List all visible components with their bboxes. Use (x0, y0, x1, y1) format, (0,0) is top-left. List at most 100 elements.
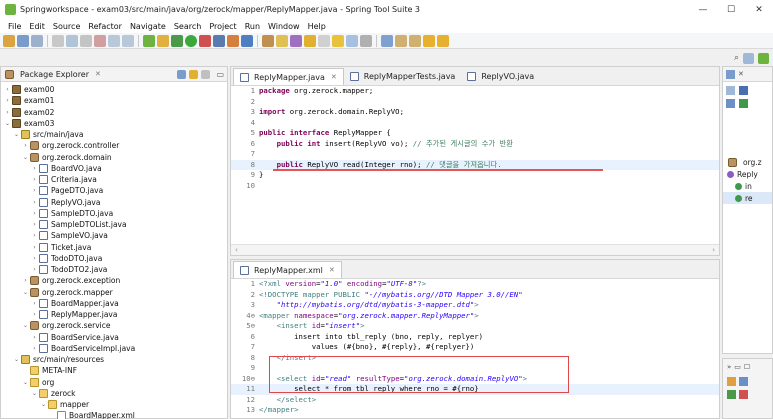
tree-item[interactable]: › BoardVO.java (1, 163, 227, 174)
collapsed-icon[interactable]: › (31, 232, 38, 239)
link-with-editor-icon[interactable] (189, 69, 199, 79)
menu-edit[interactable]: Edit (25, 22, 49, 31)
save-icon[interactable] (17, 34, 29, 47)
pilcrow-icon[interactable] (360, 34, 372, 47)
collapsed-icon[interactable]: › (4, 97, 11, 104)
collapsed-icon[interactable]: › (31, 345, 38, 352)
show-whitespace-icon[interactable] (346, 34, 358, 47)
new-java-project-icon[interactable] (213, 34, 225, 47)
editor-tab[interactable]: ReplyMapperTests.java (344, 68, 462, 85)
code-line[interactable]: 7 values (#{bno}, #{reply}, #{replyer}) (231, 342, 719, 353)
tree-item[interactable]: ⌄ mapper (1, 399, 227, 410)
tree-item[interactable]: › SampleDTOList.java (1, 219, 227, 230)
collapsed-icon[interactable]: › (31, 221, 38, 228)
collapsed-icon[interactable]: › (4, 86, 11, 93)
collapsed-icon[interactable]: › (31, 176, 38, 183)
tree-item[interactable]: › Criteria.java (1, 174, 227, 185)
xml-code-area[interactable]: 1 <?xml version = "1.0" encoding = "UTF-8" ?> 2… (231, 279, 719, 416)
expanded-icon[interactable]: ⌄ (13, 356, 20, 363)
open-task-icon[interactable] (276, 34, 288, 47)
back-icon[interactable] (423, 34, 435, 47)
hide-nonpublic-icon[interactable] (739, 99, 748, 108)
code-line[interactable]: 2 (231, 97, 719, 108)
search-icon[interactable] (290, 34, 302, 47)
tree-item[interactable]: ⌄ exam03 (1, 118, 227, 129)
tree-item[interactable]: › exam01 (1, 95, 227, 106)
outline-item[interactable]: in (723, 180, 772, 192)
code-line[interactable]: 6 insert into tbl_reply (bno, reply, rep… (231, 332, 719, 343)
forward-icon[interactable] (437, 34, 449, 47)
code-line[interactable]: 5⊖ <insert id = "insert" > (231, 321, 719, 332)
menu-navigate[interactable]: Navigate (126, 22, 170, 31)
tree-item[interactable]: › org.zerock.controller (1, 140, 227, 151)
expanded-icon[interactable]: ⌄ (40, 401, 47, 408)
java-perspective-icon[interactable] (743, 52, 754, 64)
close-icon[interactable]: ✕ (738, 70, 744, 78)
expanded-icon[interactable]: ⌄ (22, 289, 29, 296)
new-icon[interactable] (3, 34, 15, 47)
terminate-icon[interactable] (94, 34, 106, 47)
tree-item[interactable]: ⌄ org (1, 377, 227, 388)
menu-run[interactable]: Run (241, 22, 264, 31)
collapsed-icon[interactable]: › (22, 142, 29, 149)
tree-item[interactable]: ⌄ zerock (1, 388, 227, 399)
tree-item[interactable]: › exam00 (1, 84, 227, 95)
collapsed-icon[interactable]: › (31, 210, 38, 217)
tree-item[interactable]: META-INF (1, 365, 227, 376)
tree-item[interactable]: › exam02 (1, 107, 227, 118)
open-type-icon[interactable] (262, 34, 274, 47)
editor-tab[interactable]: ReplyMapper.xml ✕ (233, 261, 342, 278)
horizontal-scrollbar[interactable]: ‹ › (231, 244, 719, 255)
expanded-icon[interactable]: ⌄ (22, 322, 29, 329)
toggle-mark-icon[interactable] (304, 34, 316, 47)
scroll-right-icon[interactable]: › (712, 246, 715, 254)
new-class-icon[interactable] (241, 34, 253, 47)
sort-icon[interactable] (726, 86, 735, 95)
close-icon[interactable]: ✕ (95, 70, 101, 78)
menu-file[interactable]: File (4, 22, 25, 31)
next-annotation-icon[interactable] (395, 34, 407, 47)
new-package-icon[interactable] (227, 34, 239, 47)
collapsed-icon[interactable]: › (4, 109, 11, 116)
outline-item[interactable]: org.z (723, 156, 772, 168)
hide-fields-icon[interactable] (739, 86, 748, 95)
servers-icon[interactable] (727, 390, 736, 399)
code-line[interactable]: 9} (231, 170, 719, 181)
code-line[interactable]: 10 (231, 181, 719, 192)
collapsed-icon[interactable]: › (31, 187, 38, 194)
search-icon[interactable]: ⌕ (734, 53, 739, 63)
collapsed-icon[interactable]: › (31, 300, 38, 307)
tree-item[interactable]: › org.zerock.exception (1, 275, 227, 286)
code-line[interactable]: 1 package org.zerock.mapper; (231, 86, 719, 97)
editor-tab[interactable]: ReplyMapper.java ✕ (233, 68, 344, 85)
spring-boot-icon[interactable] (143, 34, 155, 47)
resume-icon[interactable] (66, 34, 78, 47)
code-line[interactable]: 12 </select> (231, 395, 719, 406)
expanded-icon[interactable]: ⌄ (13, 131, 20, 138)
close-tab-icon[interactable]: ✕ (331, 73, 337, 81)
step-over-icon[interactable] (122, 34, 134, 47)
code-line[interactable]: 3 import org.zerock.domain.ReplyVO; (231, 107, 719, 118)
restore-icon[interactable]: » (727, 363, 731, 371)
tree-item[interactable]: ⌄ org.zerock.mapper (1, 287, 227, 298)
code-line[interactable]: 13 </mapper> (231, 405, 719, 416)
tree-item[interactable]: › TodoDTO2.java (1, 264, 227, 275)
collapsed-icon[interactable]: › (22, 277, 29, 284)
menu-source[interactable]: Source (49, 22, 84, 31)
minimize-button[interactable]: — (689, 0, 717, 19)
suspend-icon[interactable] (80, 34, 92, 47)
tree-item[interactable]: › ReplyVO.java (1, 197, 227, 208)
menu-help[interactable]: Help (304, 22, 330, 31)
run-icon[interactable] (185, 34, 197, 47)
code-line[interactable]: 2 <!DOCTYPE mapper PUBLIC "-//mybatis.org… (231, 290, 719, 301)
console-icon[interactable] (739, 377, 748, 386)
tree-item[interactable]: › Ticket.java (1, 242, 227, 253)
code-line[interactable]: 4⊖ <mapper namespace = "org.zerock.mapper.R… (231, 311, 719, 322)
scroll-left-icon[interactable]: ‹ (235, 246, 238, 254)
maximize-icon[interactable]: ☐ (744, 363, 750, 371)
menu-window[interactable]: Window (264, 22, 304, 31)
view-menu-icon[interactable] (201, 69, 211, 79)
code-line[interactable]: 4 (231, 118, 719, 129)
problems-icon[interactable] (727, 377, 736, 386)
expanded-icon[interactable]: ⌄ (22, 379, 29, 386)
